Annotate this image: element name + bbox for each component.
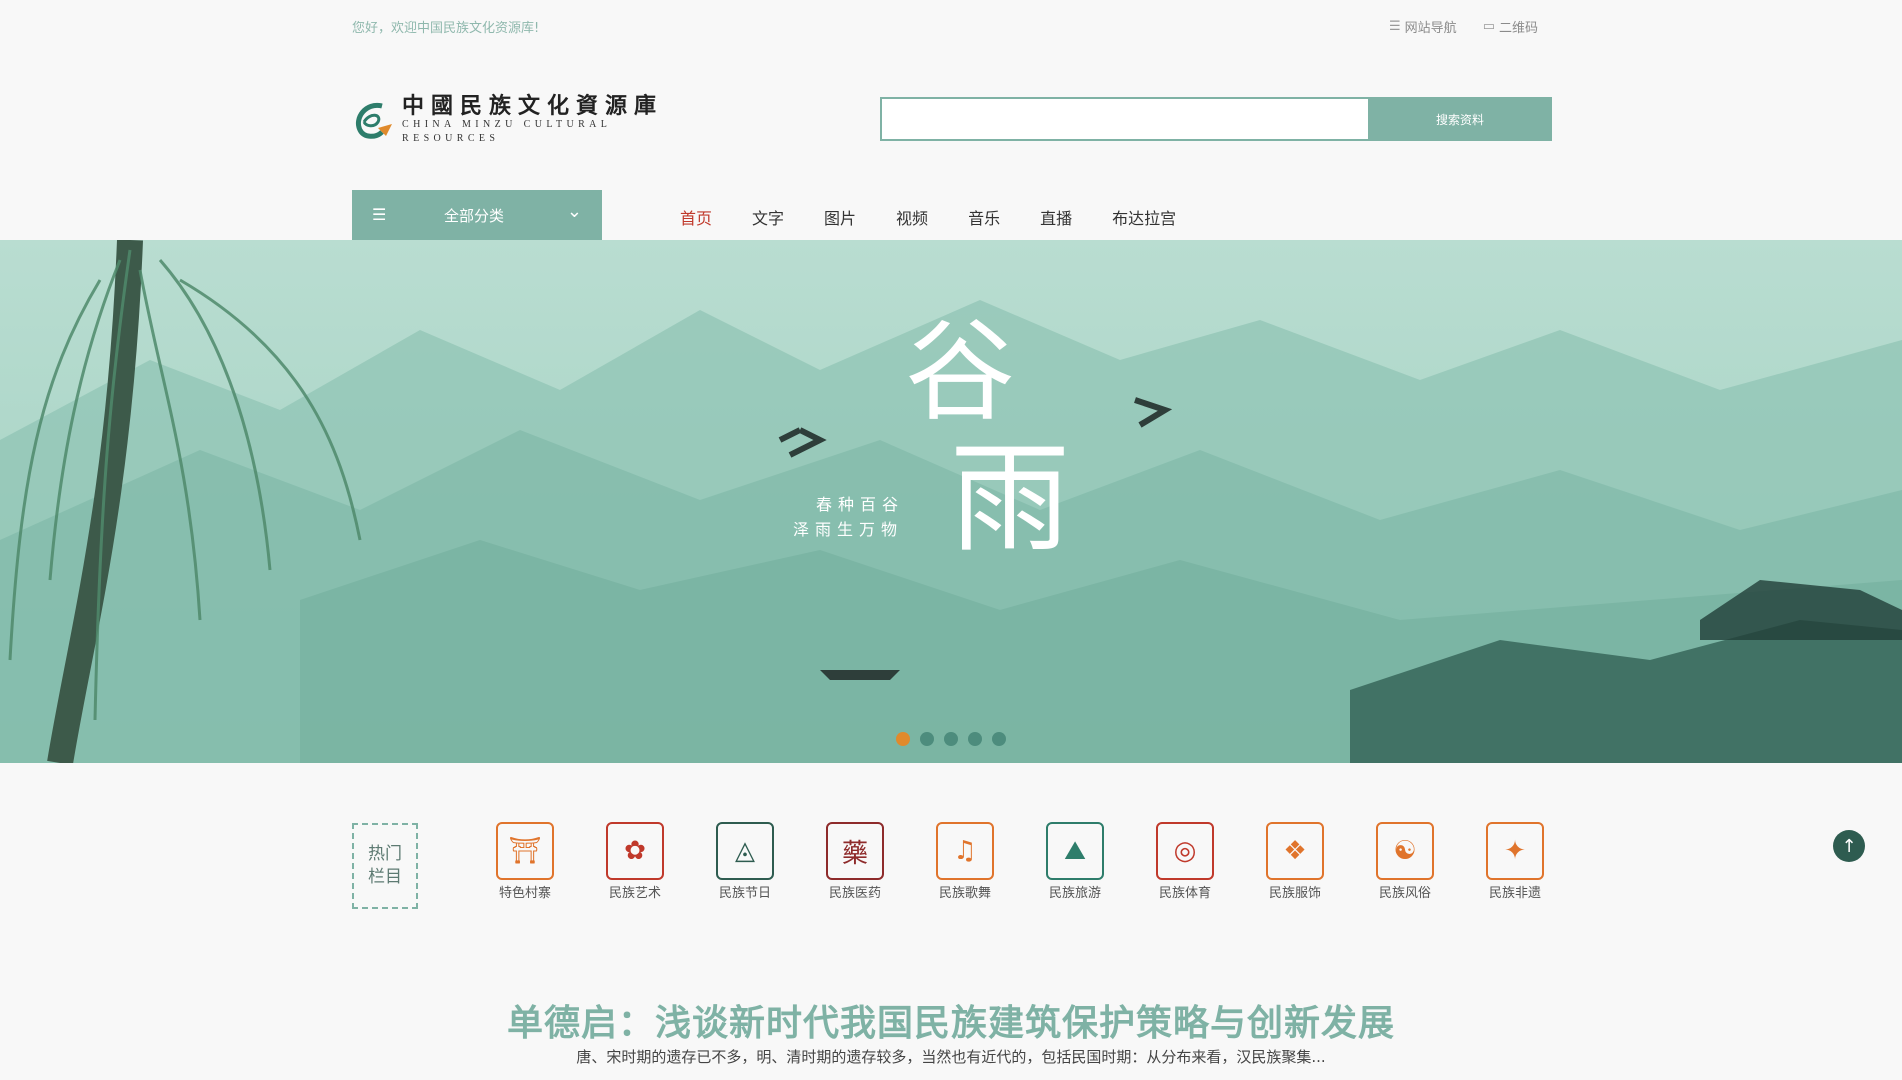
category-icon: ⛰ xyxy=(1046,822,1104,880)
carousel-dot[interactable] xyxy=(944,732,958,746)
category-icon: ❖ xyxy=(1266,822,1324,880)
hot-category-item[interactable]: ⛩ 特色村寨 xyxy=(470,822,580,901)
all-categories-label: 全部分类 xyxy=(444,207,505,225)
qrcode-link[interactable]: ▭ 二维码 xyxy=(1483,17,1538,36)
welcome-text: 您好，欢迎中国民族文化资源库! xyxy=(352,21,540,36)
banner-line-1: 春种百谷 xyxy=(816,495,904,514)
nav-video[interactable]: 视频 xyxy=(896,205,928,229)
featured-article-title[interactable]: 单德启：浅谈新时代我国民族建筑保护策略与创新发展 xyxy=(0,994,1902,1046)
category-icon: ♫ xyxy=(936,822,994,880)
category-icon: ✦ xyxy=(1486,822,1544,880)
search-bar: 搜索资料 xyxy=(880,97,1552,141)
hero-banner[interactable]: 谷 雨 春种百谷 泽雨生万物 xyxy=(0,240,1902,763)
logo-chinese-name: 中國民族文化資源庫 xyxy=(402,93,664,119)
nav-music[interactable]: 音乐 xyxy=(968,205,1000,229)
search-input[interactable] xyxy=(880,97,1368,141)
logo-icon xyxy=(352,98,396,142)
featured-article-summary: 唐、宋时期的遗存已不多，明、清时期的遗存较多，当然也有近代的，包括民国时期：从分… xyxy=(576,1048,1326,1066)
hot-category-item[interactable]: ♫ 民族歌舞 xyxy=(910,822,1020,901)
category-label: 民族歌舞 xyxy=(938,886,991,901)
hot-category-item[interactable]: ◬ 民族节日 xyxy=(690,822,800,901)
hot-label-line-1: 热门 xyxy=(368,844,402,864)
category-icon: ◎ xyxy=(1156,822,1214,880)
search-button[interactable]: 搜索资料 xyxy=(1368,97,1552,141)
carousel-dot[interactable] xyxy=(992,732,1006,746)
top-links: ☰ 网站导航 ▭ 二维码 xyxy=(1389,17,1538,36)
hot-category-item[interactable]: ✦ 民族非遗 xyxy=(1460,822,1570,901)
qrcode-label: 二维码 xyxy=(1498,21,1538,36)
banner-line-2: 泽雨生万物 xyxy=(793,520,903,539)
menu-icon: ☰ xyxy=(372,205,387,224)
category-icon: ◬ xyxy=(716,822,774,880)
logo-english-name: CHINA MINZU CULTURAL RESOURCES xyxy=(402,119,611,144)
banner-title-top: 谷 xyxy=(905,308,1015,436)
hot-category-item[interactable]: ❖ 民族服饰 xyxy=(1240,822,1350,901)
category-icon: ☯ xyxy=(1376,822,1434,880)
banner-title-bottom: 雨 xyxy=(950,430,1070,569)
hot-category-item[interactable]: ✿ 民族艺术 xyxy=(580,822,690,901)
hot-category-item[interactable]: 藥民族医药 xyxy=(800,822,910,901)
category-label: 民族节日 xyxy=(718,886,771,901)
category-icon: 藥 xyxy=(826,822,884,880)
qrcode-icon: ▭ xyxy=(1482,19,1495,34)
hot-section-label: 热门 栏目 xyxy=(352,823,418,909)
hot-label-line-2: 栏目 xyxy=(368,867,402,887)
category-label: 民族艺术 xyxy=(608,886,661,901)
arrow-up-icon: ↑ xyxy=(1841,835,1857,857)
site-nav-label: 网站导航 xyxy=(1404,21,1457,36)
top-bar: 您好，欢迎中国民族文化资源库! ☰ 网站导航 ▭ 二维码 xyxy=(0,0,1902,50)
carousel-dot[interactable] xyxy=(968,732,982,746)
category-label: 民族风俗 xyxy=(1378,886,1431,901)
hot-category-item[interactable]: ◎ 民族体育 xyxy=(1130,822,1240,901)
nav-images[interactable]: 图片 xyxy=(824,205,856,229)
carousel-dot[interactable] xyxy=(920,732,934,746)
chevron-down-icon: ⌄ xyxy=(566,201,582,222)
nav-live[interactable]: 直播 xyxy=(1040,205,1072,229)
carousel-dots xyxy=(896,732,1006,746)
list-icon: ☰ xyxy=(1389,19,1401,34)
nav-potala[interactable]: 布达拉宫 xyxy=(1112,205,1176,229)
category-label: 民族服饰 xyxy=(1268,886,1321,901)
category-icon: ✿ xyxy=(606,822,664,880)
banner-illustration: 谷 雨 春种百谷 泽雨生万物 xyxy=(0,240,1902,763)
back-to-top-button[interactable]: ↑ xyxy=(1833,830,1865,862)
site-logo[interactable]: 中國民族文化資源庫 CHINA MINZU CULTURAL RESOURCES xyxy=(352,94,692,144)
category-label: 民族非遗 xyxy=(1488,886,1541,901)
category-label: 民族旅游 xyxy=(1048,886,1101,901)
nav-home[interactable]: 首页 xyxy=(680,205,712,229)
category-label: 民族体育 xyxy=(1158,886,1211,901)
all-categories-dropdown[interactable]: ☰ 全部分类 ⌄ xyxy=(352,190,602,240)
nav-text[interactable]: 文字 xyxy=(752,205,784,229)
site-nav-link[interactable]: ☰ 网站导航 xyxy=(1389,17,1457,36)
hot-category-item[interactable]: ⛰ 民族旅游 xyxy=(1020,822,1130,901)
hot-category-item[interactable]: ☯ 民族风俗 xyxy=(1350,822,1460,901)
hot-category-list: ⛩ 特色村寨 ✿ 民族艺术 ◬ 民族节日 藥民族医药 ♫ 民族歌舞 ⛰ 民族旅游 ◎ 民族体育 ❖ 民族服饰… xyxy=(470,822,1570,901)
main-nav: 首页 文字 图片 视频 音乐 直播 布达拉宫 xyxy=(680,205,1216,229)
carousel-dot[interactable] xyxy=(896,732,910,746)
category-icon: ⛩ xyxy=(496,822,554,880)
category-label: 民族医药 xyxy=(828,886,881,901)
category-label: 特色村寨 xyxy=(498,886,551,901)
